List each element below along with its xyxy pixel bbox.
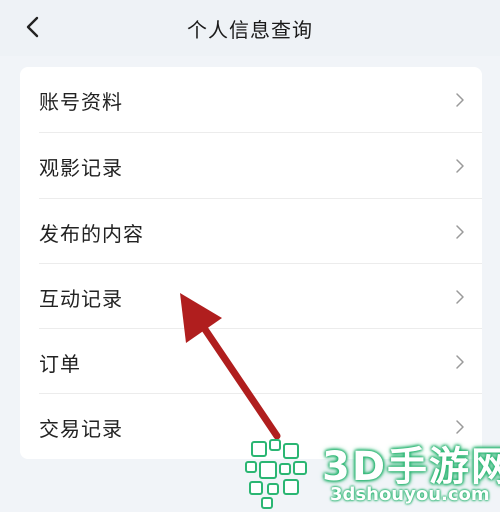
menu-item-label: 订单 bbox=[39, 352, 81, 376]
chevron-right-icon bbox=[456, 290, 464, 304]
menu-item-published-content[interactable]: 发布的内容 bbox=[20, 199, 482, 264]
menu-item-label: 互动记录 bbox=[39, 287, 123, 311]
page-title: 个人信息查询 bbox=[187, 18, 313, 42]
pixel-logo-icon bbox=[245, 439, 307, 509]
menu-item-label: 观影记录 bbox=[39, 156, 123, 180]
menu-item-account-profile[interactable]: 账号资料 bbox=[20, 67, 482, 132]
menu-card: 账号资料 观影记录 发布的内容 互动记录 订单 交易记录 bbox=[20, 67, 482, 459]
menu-item-orders[interactable]: 订单 bbox=[20, 329, 482, 394]
menu-item-label: 交易记录 bbox=[39, 417, 123, 441]
menu-item-viewing-history[interactable]: 观影记录 bbox=[20, 133, 482, 198]
watermark-logo: 3D手游网 3dshouyou.com bbox=[238, 432, 500, 512]
menu-item-interaction-history[interactable]: 互动记录 bbox=[20, 264, 482, 329]
chevron-right-icon bbox=[456, 355, 464, 369]
watermark-domain: 3dshouyou.com bbox=[330, 484, 490, 505]
menu-item-label: 账号资料 bbox=[39, 90, 123, 114]
chevron-right-icon bbox=[456, 159, 464, 173]
chevron-right-icon bbox=[456, 93, 464, 107]
menu-item-label: 发布的内容 bbox=[39, 222, 144, 246]
chevron-right-icon bbox=[456, 225, 464, 239]
top-nav-bar: 个人信息查询 bbox=[0, 0, 500, 56]
